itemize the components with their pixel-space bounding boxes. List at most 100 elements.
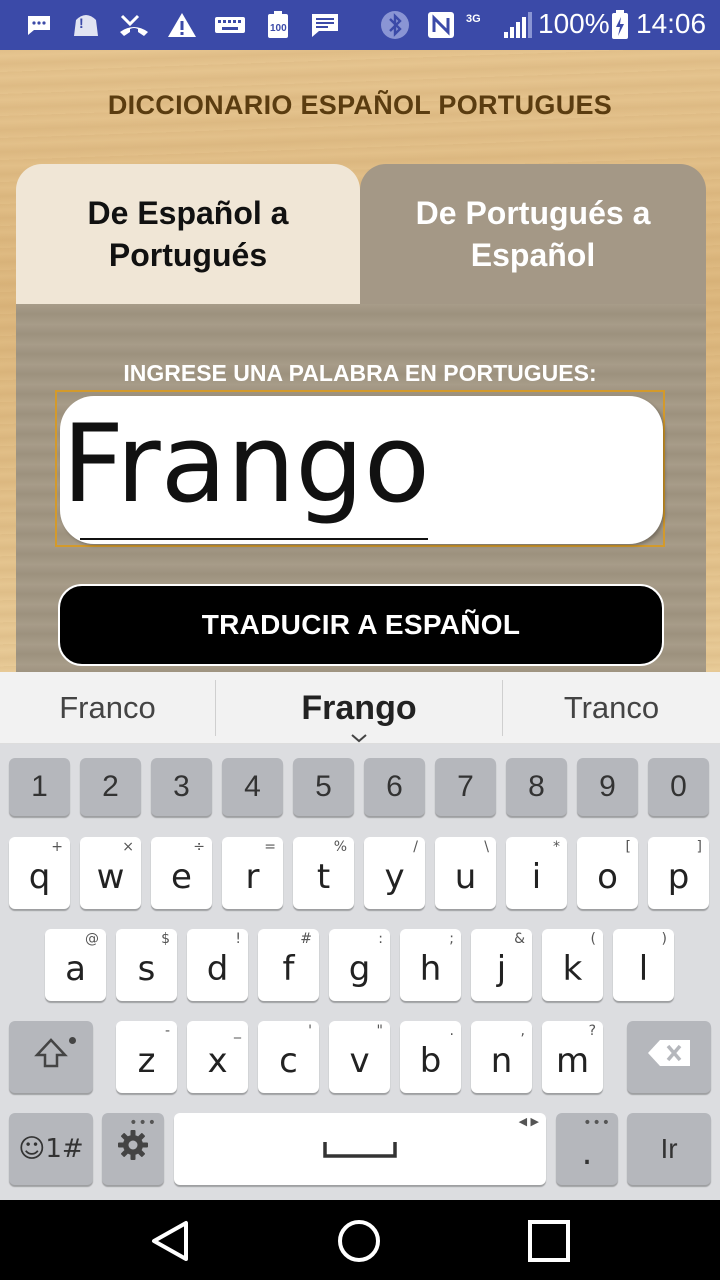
key-o[interactable]: [o: [577, 837, 638, 909]
key-4[interactable]: 4: [222, 758, 283, 816]
key-a[interactable]: @ a: [45, 929, 106, 1001]
key-label: g: [348, 949, 371, 989]
go-key-label: Ir: [660, 1133, 678, 1164]
warning-icon: [166, 10, 198, 40]
key-hint: (: [590, 931, 596, 947]
key-t[interactable]: % t: [293, 837, 354, 909]
tab-label: De Español a Portugués: [87, 195, 289, 273]
key-label: t: [316, 857, 331, 897]
shift-icon: [33, 1035, 69, 1080]
key-hint: $: [161, 931, 170, 947]
key-hint: *: [553, 839, 560, 855]
key-w[interactable]: × w: [80, 837, 141, 909]
word-input[interactable]: Frango: [60, 396, 663, 544]
key-8[interactable]: 8: [506, 758, 567, 816]
key-j[interactable]: & j: [471, 929, 532, 1001]
key-hint: %: [333, 839, 347, 855]
translate-button[interactable]: TRADUCIR A ESPAÑOL: [58, 584, 664, 666]
key-v[interactable]: " v: [329, 1021, 390, 1093]
key-hint: !: [235, 931, 241, 947]
settings-key[interactable]: •••: [102, 1113, 164, 1185]
key-n[interactable]: ,n: [471, 1021, 532, 1093]
shift-indicator-dot: [69, 1037, 76, 1044]
backspace-key[interactable]: [627, 1021, 711, 1093]
bluetooth-icon: [380, 10, 410, 40]
battery-charging-icon: [610, 10, 630, 40]
key-q[interactable]: + q: [9, 837, 70, 909]
key-9[interactable]: 9: [577, 758, 638, 816]
key-r[interactable]: = r: [222, 837, 283, 909]
key-c[interactable]: ' c: [258, 1021, 319, 1093]
input-prompt: INGRESE UNA PALABRA EN PORTUGUES:: [123, 360, 597, 386]
key-label: c: [279, 1041, 298, 1081]
key-p[interactable]: ] p: [648, 837, 709, 909]
period-key[interactable]: ••• .: [556, 1113, 618, 1185]
key-1[interactable]: 1: [9, 758, 70, 816]
key-g[interactable]: :g: [329, 929, 390, 1001]
key-label: j: [496, 949, 507, 989]
back-icon[interactable]: [140, 1214, 200, 1268]
key-hint: -: [164, 1023, 170, 1039]
navigation-bar: [0, 1200, 720, 1280]
soft-keyboard: 1 2 3 4 5 6 7 8 9 0 + q × w ÷ e = r % t / y \ u…: [0, 744, 720, 1200]
key-2[interactable]: 2: [80, 758, 141, 816]
period-label: .: [581, 1133, 593, 1173]
key-6[interactable]: 6: [364, 758, 425, 816]
key-label: l: [638, 949, 649, 989]
key-d[interactable]: ! d: [187, 929, 248, 1001]
missed-call-icon: [118, 10, 150, 40]
key-m[interactable]: ? m: [542, 1021, 603, 1093]
home-icon[interactable]: [329, 1214, 389, 1268]
key-label: q: [28, 857, 51, 897]
status-bar: ! 100 3G 100% 14:06: [0, 0, 720, 50]
key-label: k: [562, 949, 583, 989]
key-label: a: [65, 949, 86, 989]
key-b[interactable]: .b: [400, 1021, 461, 1093]
key-hint: :: [378, 931, 383, 947]
key-k[interactable]: (k: [542, 929, 603, 1001]
key-label: z: [137, 1041, 156, 1081]
key-hint: ?: [588, 1023, 596, 1039]
key-hint: ,: [520, 1023, 525, 1039]
key-y[interactable]: / y: [364, 837, 425, 909]
key-hint: ): [661, 931, 667, 947]
key-hint: &: [514, 931, 525, 947]
key-h[interactable]: ; h: [400, 929, 461, 1001]
key-u[interactable]: \ u: [435, 837, 496, 909]
go-key[interactable]: Ir: [627, 1113, 711, 1185]
signal-3g-icon: [502, 10, 536, 40]
more-dots-icon: •••: [129, 1115, 157, 1131]
space-key[interactable]: ◀ ▶: [174, 1113, 546, 1185]
key-x[interactable]: _ x: [187, 1021, 248, 1093]
battery-saver-icon: 100: [264, 10, 292, 40]
recents-icon[interactable]: [519, 1214, 579, 1268]
key-i[interactable]: * i: [506, 837, 567, 909]
tab-portuguese-to-spanish[interactable]: De Portugués a Español: [360, 164, 706, 304]
key-0[interactable]: 0: [648, 758, 709, 816]
key-label: r: [245, 857, 260, 897]
sms-icon: [26, 10, 52, 40]
key-7[interactable]: 7: [435, 758, 496, 816]
key-3[interactable]: 3: [151, 758, 212, 816]
shift-key[interactable]: [9, 1021, 93, 1093]
key-z[interactable]: -z: [116, 1021, 177, 1093]
key-5[interactable]: 5: [293, 758, 354, 816]
keyboard-icon: [214, 10, 246, 40]
key-e[interactable]: ÷ e: [151, 837, 212, 909]
key-label: w: [96, 857, 125, 897]
space-bar-icon: [323, 1129, 397, 1169]
tab-spanish-to-portuguese[interactable]: De Español a Portugués: [16, 164, 360, 304]
key-s[interactable]: $ s: [116, 929, 177, 1001]
emoji-symbols-key[interactable]: ☺1#: [9, 1113, 93, 1185]
suggestion-right[interactable]: Tranco: [503, 672, 720, 744]
key-hint: _: [234, 1023, 241, 1039]
battery-percentage: 100%: [538, 8, 610, 39]
key-hint: @: [85, 931, 99, 947]
composing-underline: [80, 538, 428, 540]
key-hint: ": [376, 1023, 383, 1039]
suggestion-left[interactable]: Franco: [0, 672, 215, 744]
key-l[interactable]: ) l: [613, 929, 674, 1001]
more-dots-icon: •••: [583, 1115, 611, 1131]
network-type-label: 3G: [466, 13, 481, 25]
key-f[interactable]: # f: [258, 929, 319, 1001]
